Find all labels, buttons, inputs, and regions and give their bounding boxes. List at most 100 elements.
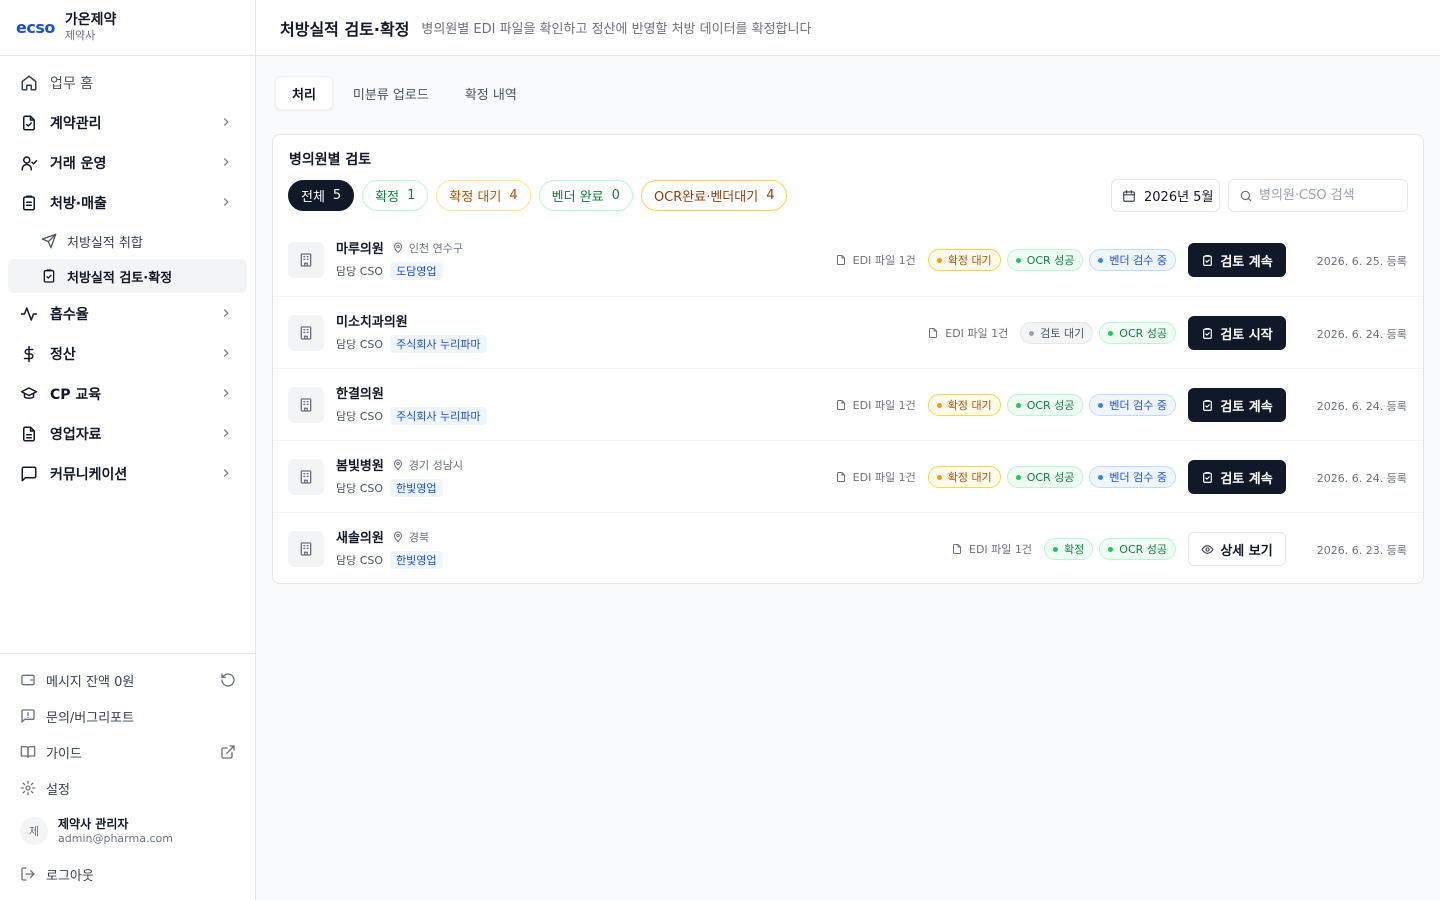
tab-confirmed[interactable]: 확정 내역 <box>449 76 533 110</box>
nav-sub-collect-label: 처방실적 취합 <box>67 235 143 251</box>
cso-tag: 주식회사 누리파마 <box>390 335 487 353</box>
continue-review-button[interactable]: 검토 계속 <box>1188 388 1286 422</box>
nav-sub-review[interactable]: 처방실적 검토·확정 <box>8 259 247 293</box>
view-detail-button[interactable]: 상세 보기 <box>1188 532 1286 566</box>
refresh-icon[interactable] <box>220 672 236 688</box>
chevron-right-icon <box>219 306 233 320</box>
message-balance[interactable]: 메시지 잔액 0원 <box>0 662 256 698</box>
badge-text: 벤더 검수 중 <box>1109 471 1167 484</box>
nav-sub-review-label: 처방실적 검토·확정 <box>67 270 173 286</box>
building-icon <box>288 242 324 278</box>
action-label: 검토 시작 <box>1220 327 1273 343</box>
status-dot <box>936 257 942 263</box>
clipboard-icon <box>20 194 38 212</box>
map-pin-icon <box>392 242 404 254</box>
nav-sales-material[interactable]: 영업자료 <box>0 414 255 454</box>
clinic-name-text: 한결의원 <box>336 387 384 402</box>
table-row[interactable]: 마루의원 인천 연수구 담당 CSO 도담영업 EDI 파일 1건 확정 대기 OC… <box>273 224 1423 296</box>
filter-pending[interactable]: 확정 대기 4 <box>436 180 531 211</box>
tab-unclassified[interactable]: 미분류 업로드 <box>337 76 445 110</box>
month-picker[interactable]: 2026년 5월 <box>1111 179 1220 212</box>
guide-label: 가이드 <box>46 746 82 762</box>
external-link-icon <box>220 744 236 760</box>
filter-ocr-vendor-wait[interactable]: OCR완료·벤더대기 4 <box>640 180 788 211</box>
filter-vendor-done[interactable]: 벤더 완료 0 <box>538 180 633 211</box>
nav-home[interactable]: 업무 홈 <box>0 63 255 103</box>
building-icon <box>288 531 324 567</box>
status-dot <box>1098 474 1104 480</box>
table-row[interactable]: 한결의원 담당 CSO 주식회사 누리파마 EDI 파일 1건 확정 대기 OCR… <box>273 368 1423 440</box>
inquiry-link[interactable]: 문의/버그리포트 <box>0 698 256 734</box>
nav-sub-collect[interactable]: 처방실적 취합 <box>8 224 247 258</box>
clinic-name: 미소치과의원 <box>336 311 408 330</box>
clinic-list: 마루의원 인천 연수구 담당 CSO 도담영업 EDI 파일 1건 확정 대기 OC… <box>273 224 1423 584</box>
nav-cp[interactable]: CP 교육 <box>0 374 255 414</box>
nav-trade[interactable]: 거래 운영 <box>0 143 255 183</box>
chevron-right-icon <box>219 386 233 400</box>
table-row[interactable]: 미소치과의원 담당 CSO 주식회사 누리파마 EDI 파일 1건 검토 대기 O… <box>273 296 1423 368</box>
clipboard-check-icon <box>1201 254 1214 267</box>
search-box[interactable] <box>1228 179 1408 212</box>
action-label: 검토 계속 <box>1220 471 1273 487</box>
cso-tag: 도담영업 <box>390 262 443 280</box>
status-dot <box>1108 546 1114 552</box>
chevron-right-icon <box>219 115 233 129</box>
company-name: 가온제약 <box>64 12 117 28</box>
continue-review-button[interactable]: 검토 계속 <box>1188 243 1286 277</box>
map-pin-icon <box>392 459 404 471</box>
filter-confirmed[interactable]: 확정 1 <box>362 180 429 211</box>
user-check-icon <box>20 154 38 172</box>
nav-prescription[interactable]: 처방·매출 <box>0 183 255 223</box>
guide-link[interactable]: 가이드 <box>0 734 256 770</box>
nav-contracts[interactable]: 계약관리 <box>0 103 255 143</box>
badge-text: 벤더 검수 중 <box>1109 254 1167 267</box>
search-icon <box>1239 189 1253 203</box>
filter-count: 0 <box>611 188 620 203</box>
map-pin-icon <box>392 531 404 543</box>
eye-icon <box>1201 543 1214 556</box>
nav-absorption[interactable]: 흡수율 <box>0 294 255 334</box>
registered-date: 2026. 6. 23. 등록 <box>1316 544 1407 557</box>
table-row[interactable]: 새솔의원 경북 담당 CSO 한빛영업 EDI 파일 1건 확정 OCR 성공 상세… <box>273 512 1423 584</box>
ocr-badge: OCR 성공 <box>1099 538 1176 560</box>
nav-communication[interactable]: 커뮤니케이션 <box>0 454 255 494</box>
clinic-location: 인천 연수구 <box>392 240 463 256</box>
registered-date: 2026. 6. 24. 등록 <box>1316 328 1407 341</box>
clipboard-check-icon <box>41 268 57 284</box>
status-dot <box>1015 257 1021 263</box>
start-review-button[interactable]: 검토 시작 <box>1188 316 1286 350</box>
filter-all[interactable]: 전체 5 <box>288 180 355 211</box>
nav-prescription-label: 처방·매출 <box>50 196 107 212</box>
status-badge: 검토 대기 <box>1020 322 1094 344</box>
logout-button[interactable]: 로그아웃 <box>0 856 256 892</box>
filter-count: 4 <box>509 188 518 203</box>
filter-label: OCR완료·벤더대기 <box>653 190 759 205</box>
table-row[interactable]: 봄빛병원 경기 성남시 담당 CSO 한빛영업 EDI 파일 1건 확정 대기 OC… <box>273 440 1423 512</box>
action-label: 상세 보기 <box>1220 543 1273 559</box>
review-card: 병의원별 검토 전체 5 확정 1 확정 대기 4 벤더 완료 0 OCR완료·벤더대기… <box>272 134 1424 584</box>
row-status: EDI 파일 1건 확정 OCR 성공 상세 보기 <box>951 532 1286 566</box>
action-label: 검토 계속 <box>1220 399 1273 415</box>
settings-link[interactable]: 설정 <box>0 770 256 806</box>
status-badge: 확정 대기 <box>927 394 1001 416</box>
row-status: EDI 파일 1건 확정 대기 OCR 성공 벤더 검수 중 검토 계속 <box>835 243 1286 277</box>
filter-label: 확정 <box>375 190 400 205</box>
home-icon <box>20 74 38 92</box>
user-profile[interactable]: 제 제약사 관리자 admin@pharma.com <box>0 806 256 856</box>
clinic-name: 마루의원 인천 연수구 <box>336 238 463 258</box>
search-input[interactable] <box>1259 188 1399 203</box>
edi-text: EDI 파일 1건 <box>945 327 1009 340</box>
badge-text: 확정 대기 <box>947 399 992 412</box>
nav-settlement[interactable]: 정산 <box>0 334 255 374</box>
clinic-cso: 담당 CSO 한빛영업 <box>336 479 443 497</box>
clinic-name-text: 봄빛병원 <box>336 459 384 474</box>
clinic-name: 한결의원 <box>336 383 384 402</box>
avatar: 제 <box>20 817 48 845</box>
inquiry-label: 문의/버그리포트 <box>46 710 135 726</box>
continue-review-button[interactable]: 검토 계속 <box>1188 460 1286 494</box>
edi-count: EDI 파일 1건 <box>835 252 916 268</box>
tab-process[interactable]: 처리 <box>275 76 333 110</box>
sidebar: ecso 가온제약 제약사 업무 홈 계약관리 거래 운영 처방·매출 처방실적 <box>0 0 256 900</box>
building-icon <box>288 459 324 495</box>
registered-date: 2026. 6. 25. 등록 <box>1316 255 1407 268</box>
